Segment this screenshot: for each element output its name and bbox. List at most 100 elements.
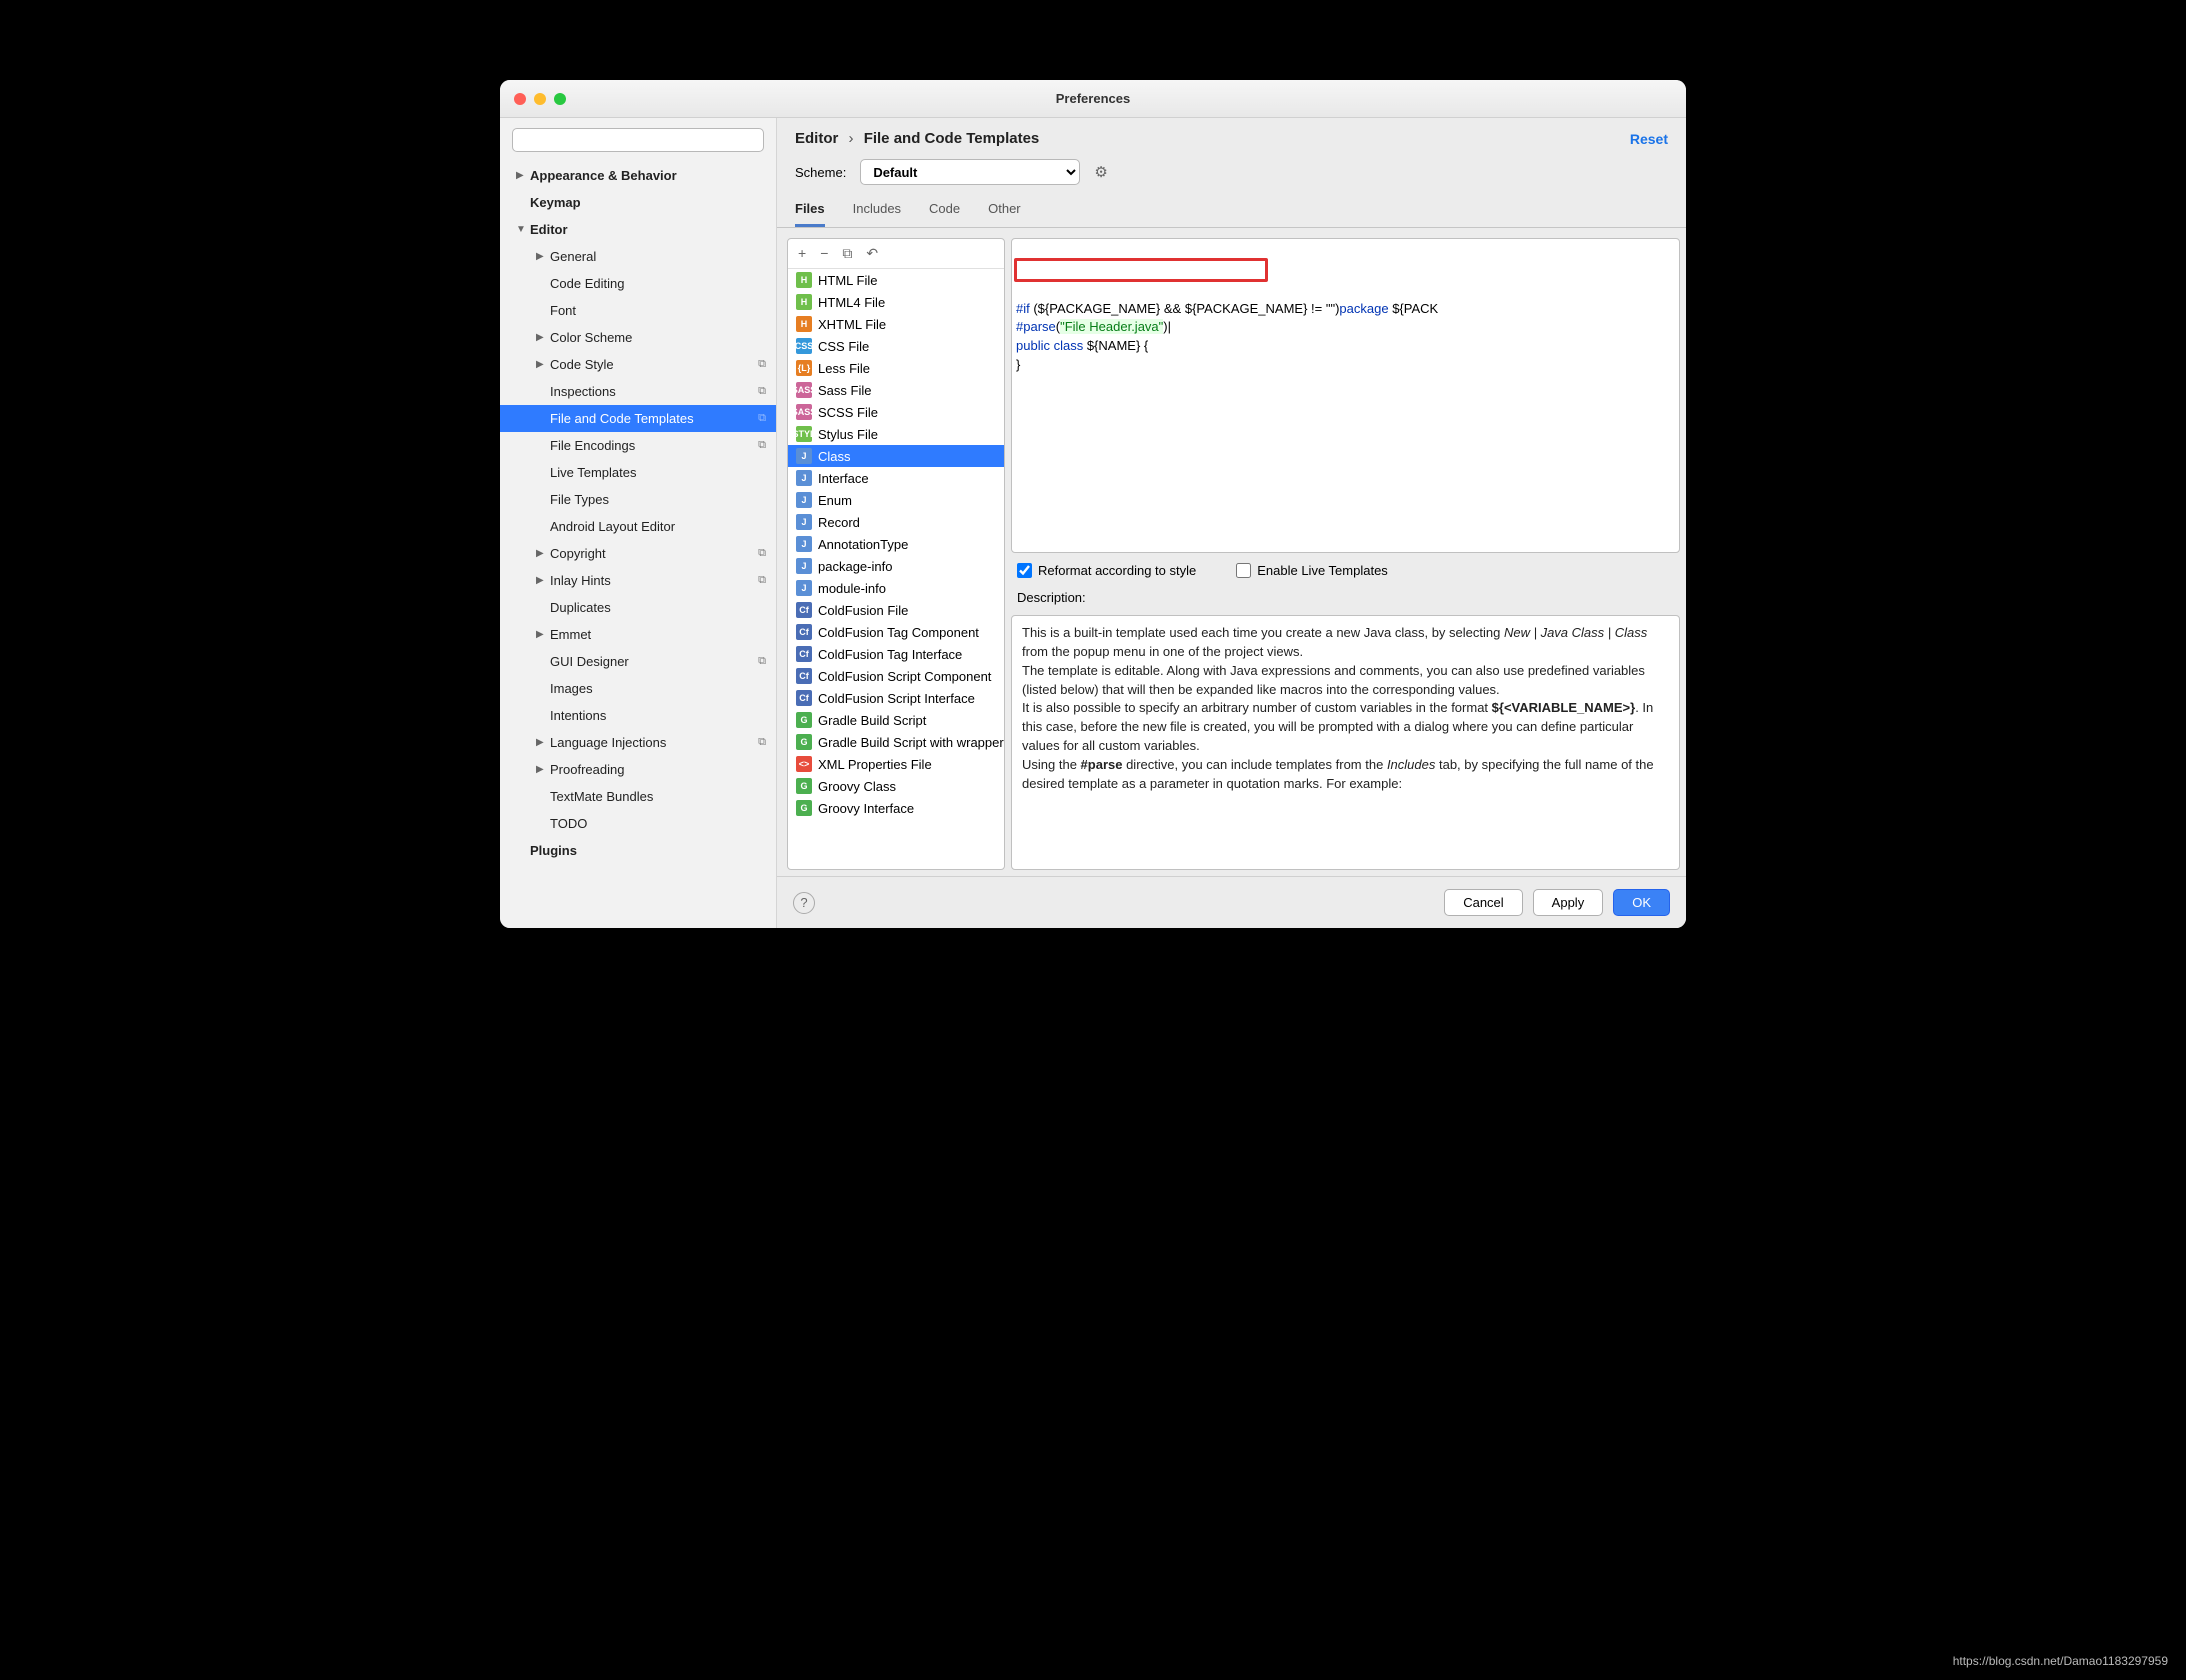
sidebar-item-inlay-hints[interactable]: ▶Inlay Hints⧉: [500, 567, 776, 594]
sidebar-item-images[interactable]: ▶Images: [500, 675, 776, 702]
file-type-icon: J: [796, 536, 812, 552]
cancel-button[interactable]: Cancel: [1444, 889, 1522, 916]
template-sass-file[interactable]: SASSSass File: [788, 379, 1004, 401]
template-interface[interactable]: JInterface: [788, 467, 1004, 489]
template-coldfusion-file[interactable]: CfColdFusion File: [788, 599, 1004, 621]
template-gradle-build-script[interactable]: GGradle Build Script: [788, 709, 1004, 731]
sidebar-item-font[interactable]: ▶Font: [500, 297, 776, 324]
live-templates-checkbox[interactable]: Enable Live Templates: [1236, 563, 1388, 578]
file-type-icon: {L}: [796, 360, 812, 376]
file-type-icon: H: [796, 272, 812, 288]
template-stylus-file[interactable]: STYLStylus File: [788, 423, 1004, 445]
file-type-icon: Cf: [796, 602, 812, 618]
sidebar-item-proofreading[interactable]: ▶Proofreading: [500, 756, 776, 783]
breadcrumb: Editor › File and Code Templates: [795, 130, 1039, 147]
sidebar-item-color-scheme[interactable]: ▶Color Scheme: [500, 324, 776, 351]
scheme-select[interactable]: Default: [860, 159, 1080, 185]
file-type-icon: J: [796, 448, 812, 464]
file-type-icon: G: [796, 778, 812, 794]
remove-icon[interactable]: −: [820, 245, 828, 262]
template-xml-properties-file[interactable]: <>XML Properties File: [788, 753, 1004, 775]
file-type-icon: Cf: [796, 668, 812, 684]
reformat-checkbox[interactable]: Reformat according to style: [1017, 563, 1196, 578]
file-type-icon: H: [796, 316, 812, 332]
template-css-file[interactable]: CSSCSS File: [788, 335, 1004, 357]
undo-icon[interactable]: ↶: [866, 245, 878, 262]
template-toolbar: +−⧉ ↶: [788, 239, 1004, 269]
template-annotationtype[interactable]: JAnnotationType: [788, 533, 1004, 555]
tab-code[interactable]: Code: [929, 195, 960, 227]
sidebar-item-keymap[interactable]: ▶Keymap: [500, 189, 776, 216]
sidebar-item-android-layout-editor[interactable]: ▶Android Layout Editor: [500, 513, 776, 540]
template-html4-file[interactable]: HHTML4 File: [788, 291, 1004, 313]
file-type-icon: Cf: [796, 646, 812, 662]
dialog-footer: ? Cancel Apply OK: [777, 876, 1686, 928]
sidebar-item-textmate-bundles[interactable]: ▶TextMate Bundles: [500, 783, 776, 810]
template-coldfusion-tag-component[interactable]: CfColdFusion Tag Component: [788, 621, 1004, 643]
template-coldfusion-tag-interface[interactable]: CfColdFusion Tag Interface: [788, 643, 1004, 665]
sidebar-item-file-encodings[interactable]: ▶File Encodings⧉: [500, 432, 776, 459]
template-class[interactable]: JClass: [788, 445, 1004, 467]
template-editor[interactable]: #if (${PACKAGE_NAME} && ${PACKAGE_NAME} …: [1011, 238, 1680, 553]
watermark: https://blog.csdn.net/Damao1183297959: [1953, 1654, 2168, 1668]
template-less-file[interactable]: {L}Less File: [788, 357, 1004, 379]
template-coldfusion-script-component[interactable]: CfColdFusion Script Component: [788, 665, 1004, 687]
file-type-icon: <>: [796, 756, 812, 772]
help-button[interactable]: ?: [793, 892, 815, 914]
sidebar-item-todo[interactable]: ▶TODO: [500, 810, 776, 837]
sidebar-item-emmet[interactable]: ▶Emmet: [500, 621, 776, 648]
sidebar-item-live-templates[interactable]: ▶Live Templates: [500, 459, 776, 486]
apply-button[interactable]: Apply: [1533, 889, 1604, 916]
template-groovy-interface[interactable]: GGroovy Interface: [788, 797, 1004, 819]
template-list[interactable]: HHTML FileHHTML4 FileHXHTML FileCSSCSS F…: [788, 269, 1004, 869]
file-type-icon: H: [796, 294, 812, 310]
template-xhtml-file[interactable]: HXHTML File: [788, 313, 1004, 335]
template-record[interactable]: JRecord: [788, 511, 1004, 533]
sidebar-item-general[interactable]: ▶General: [500, 243, 776, 270]
sidebar: ⌕ ▶Appearance & Behavior▶Keymap▼Editor▶G…: [500, 118, 777, 928]
settings-tree[interactable]: ▶Appearance & Behavior▶Keymap▼Editor▶Gen…: [500, 162, 776, 928]
add-icon[interactable]: +: [798, 245, 806, 262]
template-groovy-class[interactable]: GGroovy Class: [788, 775, 1004, 797]
reset-link[interactable]: Reset: [1630, 131, 1668, 147]
sidebar-item-appearance-behavior[interactable]: ▶Appearance & Behavior: [500, 162, 776, 189]
file-type-icon: Cf: [796, 624, 812, 640]
file-type-icon: Cf: [796, 690, 812, 706]
file-type-icon: J: [796, 580, 812, 596]
sidebar-item-duplicates[interactable]: ▶Duplicates: [500, 594, 776, 621]
template-package-info[interactable]: Jpackage-info: [788, 555, 1004, 577]
template-enum[interactable]: JEnum: [788, 489, 1004, 511]
sidebar-item-inspections[interactable]: ▶Inspections⧉: [500, 378, 776, 405]
template-coldfusion-script-interface[interactable]: CfColdFusion Script Interface: [788, 687, 1004, 709]
sidebar-item-code-editing[interactable]: ▶Code Editing: [500, 270, 776, 297]
template-html-file[interactable]: HHTML File: [788, 269, 1004, 291]
template-scss-file[interactable]: SASSSCSS File: [788, 401, 1004, 423]
sidebar-item-editor[interactable]: ▼Editor: [500, 216, 776, 243]
file-type-icon: SASS: [796, 404, 812, 420]
template-gradle-build-script-with-wrapper[interactable]: GGradle Build Script with wrapper: [788, 731, 1004, 753]
description-label: Description:: [1011, 588, 1680, 607]
sidebar-item-copyright[interactable]: ▶Copyright⧉: [500, 540, 776, 567]
sidebar-item-intentions[interactable]: ▶Intentions: [500, 702, 776, 729]
preferences-window: Preferences ⌕ ▶Appearance & Behavior▶Key…: [500, 80, 1686, 928]
copy-icon[interactable]: ⧉: [842, 245, 852, 262]
search-input[interactable]: [512, 128, 764, 152]
sidebar-item-file-types[interactable]: ▶File Types: [500, 486, 776, 513]
file-type-icon: SASS: [796, 382, 812, 398]
sidebar-item-gui-designer[interactable]: ▶GUI Designer⧉: [500, 648, 776, 675]
tab-files[interactable]: Files: [795, 195, 825, 227]
sidebar-item-plugins[interactable]: ▶Plugins: [500, 837, 776, 864]
file-type-icon: G: [796, 712, 812, 728]
description-box: This is a built-in template used each ti…: [1011, 615, 1680, 870]
tab-includes[interactable]: Includes: [853, 195, 901, 227]
file-type-icon: J: [796, 492, 812, 508]
tab-other[interactable]: Other: [988, 195, 1021, 227]
sidebar-item-code-style[interactable]: ▶Code Style⧉: [500, 351, 776, 378]
template-module-info[interactable]: Jmodule-info: [788, 577, 1004, 599]
ok-button[interactable]: OK: [1613, 889, 1670, 916]
file-type-icon: CSS: [796, 338, 812, 354]
sidebar-item-file-and-code-templates[interactable]: ▶File and Code Templates⧉: [500, 405, 776, 432]
gear-icon[interactable]: ⚙: [1094, 163, 1107, 181]
file-type-icon: J: [796, 558, 812, 574]
sidebar-item-language-injections[interactable]: ▶Language Injections⧉: [500, 729, 776, 756]
